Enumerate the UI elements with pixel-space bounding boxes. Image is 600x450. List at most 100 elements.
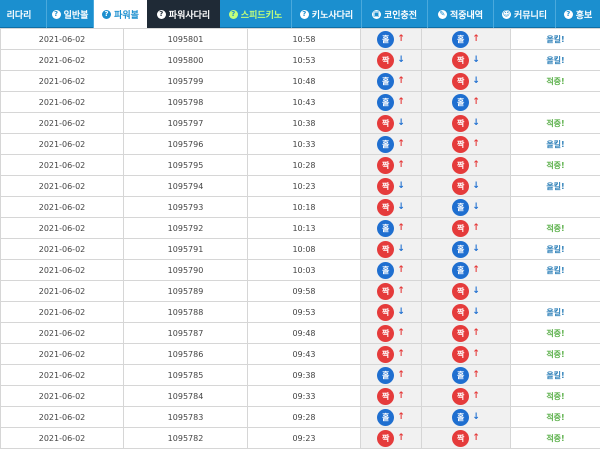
result-badge: 올킬! (546, 34, 565, 44)
direction-arrow-icon: ↑ (472, 97, 480, 107)
date-cell: 2021-06-02 (0, 133, 124, 155)
pick-a-cell: 짝 ↑ (360, 385, 422, 407)
round-cell: 1095785 (123, 364, 248, 386)
result-cell: 적중! (510, 406, 600, 428)
tab-label: 커뮤니티 (513, 10, 548, 21)
odd-even-ball: 짝 (377, 429, 395, 447)
pick-a-cell: 짝 ↓ (360, 196, 422, 218)
odd-even-ball: 짝 (377, 114, 395, 132)
time-cell: 10:58 (247, 28, 361, 50)
pick-b-cell: 홀 ↓ (421, 238, 511, 260)
result-cell: 올킬! (510, 49, 600, 71)
time-cell: 10:03 (247, 259, 361, 281)
round-cell: 1095790 (123, 259, 248, 281)
time-cell: 09:53 (247, 301, 361, 323)
time-cell: 10:38 (247, 112, 361, 134)
odd-even-ball: 홀 (452, 408, 470, 426)
round-cell: 1095797 (123, 112, 248, 134)
tab-label: 리다리 (6, 10, 32, 21)
direction-arrow-icon: ↓ (472, 55, 480, 65)
date-cell: 2021-06-02 (0, 385, 124, 407)
pick-a-cell: 짝 ↑ (360, 322, 422, 344)
results-body: 2021-06-02 1095801 10:58 홀 ↑ 홀 ↑ 올킬! 2021-06-02 1… (0, 28, 600, 449)
tab-ladder[interactable]: 리다리 (0, 0, 47, 28)
pick-a-cell: 짝 ↑ (360, 154, 422, 176)
table-row: 2021-06-02 1095797 10:38 짝 ↓ 짝 ↓ 적중! (0, 112, 600, 134)
result-cell: 적중! (510, 385, 600, 407)
odd-even-ball: 홀 (377, 261, 395, 279)
pick-a-cell: 홀 ↑ (360, 364, 422, 386)
direction-arrow-icon: ↑ (472, 370, 480, 380)
tab-keno-ladder[interactable]: ? 키노사다리 (292, 0, 362, 28)
pick-b-cell: 짝 ↑ (421, 154, 511, 176)
pick-b-cell: 짝 ↓ (421, 280, 511, 302)
tab-powerball[interactable]: ? 파워볼 (94, 0, 147, 28)
round-cell: 1095801 (123, 28, 248, 50)
direction-arrow-icon: ↑ (472, 391, 480, 401)
smile-icon: ☺ (501, 9, 511, 19)
direction-arrow-icon: ↓ (397, 244, 405, 254)
direction-arrow-icon: ↓ (472, 286, 480, 296)
tab-coin-charge[interactable]: ▣ 코인충전 (362, 0, 428, 28)
odd-even-ball: 홀 (452, 366, 470, 384)
tab-normal-ball[interactable]: ? 일반볼 (47, 0, 94, 28)
time-cell: 10:28 (247, 154, 361, 176)
result-cell: 올킬! (510, 259, 600, 281)
odd-even-ball: 짝 (452, 177, 470, 195)
table-row: 2021-06-02 1095791 10:08 짝 ↓ 홀 ↓ 올킬! (0, 238, 600, 260)
result-badge: 올킬! (546, 307, 565, 317)
pick-a-cell: 홀 ↑ (360, 217, 422, 239)
round-cell: 1095792 (123, 217, 248, 239)
pick-a-cell: 홀 ↑ (360, 70, 422, 92)
pick-a-cell: 홀 ↑ (360, 133, 422, 155)
direction-arrow-icon: ↑ (472, 265, 480, 275)
result-cell: 적중! (510, 427, 600, 449)
direction-arrow-icon: ↑ (397, 391, 405, 401)
odd-even-ball: 짝 (452, 114, 470, 132)
help-icon: ? (228, 9, 238, 19)
odd-even-ball: 홀 (377, 219, 395, 237)
pick-b-cell: 홀 ↑ (421, 259, 511, 281)
time-cell: 10:43 (247, 91, 361, 113)
odd-even-ball: 짝 (377, 324, 395, 342)
result-badge: 적중! (546, 118, 565, 128)
round-cell: 1095786 (123, 343, 248, 365)
result-badge: 올킬! (546, 370, 565, 380)
pick-b-cell: 짝 ↓ (421, 70, 511, 92)
tab-label: 스피드키노 (240, 10, 283, 21)
direction-arrow-icon: ↑ (397, 97, 405, 107)
date-cell: 2021-06-02 (0, 196, 124, 218)
odd-even-ball: 짝 (452, 135, 470, 153)
pick-a-cell: 홀 ↑ (360, 28, 422, 50)
odd-even-ball: 홀 (452, 30, 470, 48)
results-table: 2021-06-02 1095801 10:58 홀 ↑ 홀 ↑ 올킬! 2021-06-02 1… (0, 28, 600, 449)
direction-arrow-icon: ↑ (397, 349, 405, 359)
round-cell: 1095798 (123, 91, 248, 113)
tab-label: 적중내역 (449, 10, 484, 21)
date-cell: 2021-06-02 (0, 238, 124, 260)
tab-power-ladder[interactable]: ? 파워사다리 (147, 0, 220, 28)
table-row: 2021-06-02 1095788 09:53 짝 ↓ 짝 ↓ 올킬! (0, 301, 600, 323)
tab-community[interactable]: ☺ 커뮤니티 (494, 0, 556, 28)
odd-even-ball: 홀 (452, 261, 470, 279)
direction-arrow-icon: ↑ (397, 34, 405, 44)
direction-arrow-icon: ↑ (472, 34, 480, 44)
time-cell: 10:33 (247, 133, 361, 155)
tab-promo[interactable]: ? 홍보 (556, 0, 600, 28)
direction-arrow-icon: ↑ (397, 160, 405, 170)
time-cell: 10:23 (247, 175, 361, 197)
tab-hit-history[interactable]: ✎ 적중내역 (428, 0, 494, 28)
date-cell: 2021-06-02 (0, 112, 124, 134)
tab-speed-keno[interactable]: ? 스피드키노 (220, 0, 292, 28)
pick-b-cell: 홀 ↑ (421, 91, 511, 113)
pick-b-cell: 홀 ↑ (421, 364, 511, 386)
odd-even-ball: 짝 (377, 198, 395, 216)
direction-arrow-icon: ↑ (397, 412, 405, 422)
pick-a-cell: 짝 ↑ (360, 343, 422, 365)
table-row: 2021-06-02 1095792 10:13 홀 ↑ 짝 ↑ 적중! (0, 217, 600, 239)
result-badge: 적중! (546, 391, 565, 401)
pick-a-cell: 짝 ↓ (360, 301, 422, 323)
odd-even-ball: 홀 (377, 135, 395, 153)
table-row: 2021-06-02 1095800 10:53 짝 ↓ 짝 ↓ 올킬! (0, 49, 600, 71)
table-row: 2021-06-02 1095796 10:33 홀 ↑ 짝 ↑ 올킬! (0, 133, 600, 155)
